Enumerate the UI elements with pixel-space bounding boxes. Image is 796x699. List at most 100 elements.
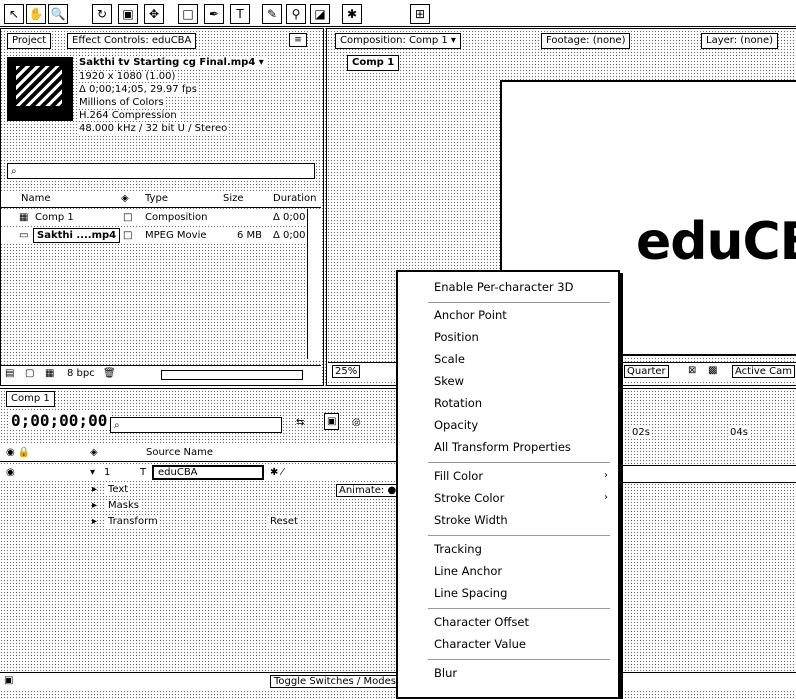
menu-item-stroke-width[interactable]: Stroke Width (434, 513, 508, 527)
bpc-button[interactable]: 8 bpc (67, 368, 95, 379)
menu-item-skew[interactable]: Skew (434, 374, 464, 388)
asset-thumbnail (7, 57, 73, 121)
table-row[interactable]: ▸ Masks (0, 499, 396, 513)
menu-item-character-value[interactable]: Character Value (434, 637, 526, 651)
tab-timeline-comp[interactable]: Comp 1 (6, 391, 55, 407)
asset-info-3: Millions of Colors (77, 97, 166, 108)
animate-button[interactable]: Animate: ● (336, 484, 400, 497)
interpret-footage-icon[interactable]: ▤ (5, 368, 14, 379)
asset-info-4: H.264 Compression (77, 110, 179, 121)
menu-item-rotation[interactable]: Rotation (434, 396, 482, 410)
reset-link[interactable]: Reset (268, 516, 300, 527)
column-type[interactable]: Type (145, 193, 168, 204)
delete-icon[interactable]: 🗑 (103, 368, 116, 379)
ruler-marker: 02s (630, 427, 652, 438)
layer-switches[interactable]: ✱ ⁄ (270, 467, 283, 478)
menu-item-fill-color[interactable]: Fill Color (434, 469, 483, 483)
tab-effect-controls[interactable]: Effect Controls: eduCBA (67, 33, 197, 49)
column-size[interactable]: Size (223, 193, 244, 204)
tab-composition[interactable]: Composition: Comp 1 ▾ (335, 33, 461, 49)
visibility-icon[interactable]: ◉ (6, 467, 15, 478)
project-hscroll[interactable] (161, 370, 303, 380)
av-switches-icon[interactable]: ◉ 🔒 (6, 447, 30, 458)
menu-item-scale[interactable]: Scale (434, 352, 465, 366)
menu-item-blur[interactable]: Blur (434, 666, 457, 680)
panel-menu-icon[interactable]: ≡ (289, 33, 307, 47)
label-swatch[interactable]: □ (123, 212, 132, 223)
stamp-icon[interactable]: ⚲ (286, 4, 306, 24)
table-row[interactable]: ▸ Text Animate: ● (0, 483, 400, 497)
menu-item-all-transform-properties[interactable]: All Transform Properties (434, 440, 571, 454)
workspace-icon[interactable]: ⊞ (410, 4, 430, 24)
asset-info-1: 1920 x 1080 (1.00) (77, 71, 178, 82)
timeline-columns-header: ◉ 🔒 ◈ Source Name (0, 445, 396, 462)
menu-item-stroke-color[interactable]: Stroke Color (434, 491, 504, 505)
label-column-icon[interactable]: ◈ (90, 447, 98, 458)
eraser-icon[interactable]: ◪ (310, 4, 330, 24)
brush-icon[interactable]: ✎ (262, 4, 282, 24)
label-swatch[interactable]: □ (123, 230, 132, 241)
expand-arrow-icon[interactable]: ▸ (92, 484, 97, 495)
item-name-tooltip: Sakthi ....mp4 (33, 228, 121, 243)
timeline-search-input[interactable]: ⌕ (110, 417, 282, 433)
pan-icon[interactable]: ✥ (144, 4, 164, 24)
project-scrollbar[interactable] (307, 209, 320, 359)
pen-icon[interactable]: ✒ (204, 4, 224, 24)
transparency-icon[interactable]: ▩ (708, 365, 717, 376)
new-comp-icon[interactable]: ▦ (45, 368, 54, 379)
table-row[interactable]: ▸ Transform Reset (0, 515, 396, 529)
menu-item-anchor-point[interactable]: Anchor Point (434, 308, 507, 322)
puppet-icon[interactable]: ✱ (342, 4, 362, 24)
item-duration: Δ 0;00 (273, 230, 306, 241)
motion-blur-icon[interactable]: ◎ (352, 417, 361, 428)
expand-arrow-icon[interactable]: ▾ (90, 467, 95, 478)
toggle-switches-modes[interactable]: Toggle Switches / Modes (270, 675, 400, 688)
layer-name-field[interactable]: eduCBA (152, 465, 264, 480)
item-type: MPEG Movie (145, 230, 207, 241)
table-row[interactable]: ◉ ▾ 1 T eduCBA ✱ ⁄ (0, 465, 396, 481)
menu-separator (428, 659, 610, 660)
tab-layer[interactable]: Layer: (none) (701, 33, 779, 49)
canvas-text: eduCB (636, 212, 796, 272)
tab-project[interactable]: Project (7, 33, 52, 49)
list-item[interactable]: ▭ Sakthi ....mp4 □ MPEG Movie 6 MB Δ 0;0… (1, 228, 307, 244)
list-item[interactable]: ▦ Comp 1 □ Composition Δ 0;00 (1, 211, 307, 226)
text-icon[interactable]: T (230, 4, 250, 24)
menu-item-tracking[interactable]: Tracking (434, 542, 482, 556)
search-icon: ⌕ (11, 166, 17, 177)
hand-icon[interactable]: ✋ (26, 4, 46, 24)
zoom-icon[interactable]: 🔍 (48, 4, 68, 24)
column-duration[interactable]: Duration (273, 193, 316, 204)
tab-footage[interactable]: Footage: (none) (541, 33, 631, 49)
zoom-select[interactable]: 25% (332, 365, 361, 378)
new-folder-icon[interactable]: ▢ (25, 368, 34, 379)
layer-number: 1 (104, 467, 111, 478)
comp-button-icon[interactable]: ▣ (4, 675, 13, 686)
grid-icon[interactable]: ⊠ (688, 365, 696, 376)
column-source-name[interactable]: Source Name (146, 447, 213, 458)
menu-item-character-offset[interactable]: Character Offset (434, 615, 529, 629)
expand-arrow-icon[interactable]: ▸ (92, 516, 97, 527)
menu-item-line-anchor[interactable]: Line Anchor (434, 564, 502, 578)
menu-item-position[interactable]: Position (434, 330, 479, 344)
layer-duration-bar[interactable] (618, 465, 796, 483)
label-icon[interactable]: ◈ (121, 193, 129, 204)
rotate-icon[interactable]: ↻ (92, 4, 112, 24)
time-ruler[interactable]: 02s 04s (618, 425, 796, 441)
resolution-select[interactable]: Quarter (624, 365, 669, 378)
project-search-input[interactable]: ⌕ (7, 163, 315, 179)
main-toolbar: ↖ ✋ 🔍 ↻ ▣ ✥ □ ✒ T ✎ ⚲ ◪ ✱ ⊞ (0, 0, 796, 27)
draft-3d-icon[interactable]: ▣ (324, 413, 340, 430)
comp-mini-flowchart-icon[interactable]: ⇆ (296, 417, 304, 428)
camera-select[interactable]: Active Cam (732, 365, 795, 378)
camera-icon[interactable]: ▣ (118, 4, 138, 24)
expand-arrow-icon[interactable]: ▸ (92, 500, 97, 511)
comp-1-subtab[interactable]: Comp 1 (347, 55, 400, 71)
select-icon[interactable]: ↖ (4, 4, 24, 24)
menu-item-enable-per-character-3d[interactable]: Enable Per-character 3D (434, 280, 573, 294)
mask-icon[interactable]: □ (178, 4, 198, 24)
menu-item-line-spacing[interactable]: Line Spacing (434, 586, 507, 600)
menu-item-opacity[interactable]: Opacity (434, 418, 478, 432)
column-name[interactable]: Name (21, 193, 51, 204)
timecode-display[interactable]: 0;00;00;00 (8, 411, 111, 430)
